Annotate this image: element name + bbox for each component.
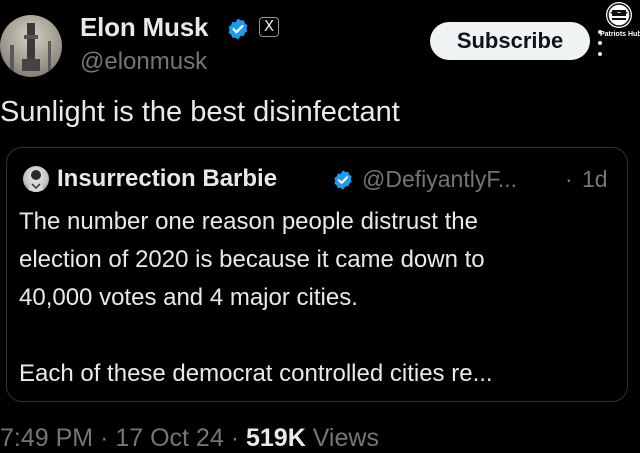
verified-badge-icon (334, 170, 352, 190)
quoted-text-line: The number one reason people distrust th… (19, 208, 478, 235)
views-label: Views (312, 424, 379, 452)
quoted-tweet-card[interactable]: Insurrection Barbie @DefiyantlyF... · 1d… (6, 147, 628, 402)
tweet-date[interactable]: 17 Oct 24 (115, 424, 223, 452)
person-photo-icon (28, 170, 44, 192)
tweet-text: Sunlight is the best disinfectant (0, 96, 400, 128)
author-avatar[interactable] (0, 15, 62, 77)
author-handle[interactable]: @elonmusk (80, 48, 207, 76)
subscribe-button[interactable]: Subscribe (430, 22, 590, 60)
meta-separator: · (230, 424, 240, 452)
eagle-flag-icon (606, 2, 632, 28)
more-options-icon[interactable] (598, 30, 604, 58)
quoted-separator: · (565, 166, 573, 192)
rocket-photo-icon (10, 23, 51, 71)
quoted-text-line-truncated: Each of these democrat controlled cities… (19, 360, 493, 387)
author-name[interactable]: Elon Musk (80, 12, 208, 43)
quoted-author-handle[interactable]: @DefiyantlyF... (362, 166, 517, 193)
quoted-tweet-text: The number one reason people distrust th… (19, 203, 619, 393)
tweet-time[interactable]: 7:49 PM (0, 424, 93, 452)
views-count: 519K (245, 424, 306, 452)
quoted-timestamp[interactable]: 1d (582, 166, 608, 193)
quoted-author-avatar[interactable] (23, 166, 49, 192)
quoted-text-line: 40,000 votes and 4 major cities. (19, 284, 358, 311)
meta-separator: · (100, 424, 109, 452)
tweet-meta: 7:49 PM · 17 Oct 24 · 519K Views (0, 424, 379, 453)
verified-badge-icon (228, 18, 248, 40)
x-affiliate-icon: X (259, 17, 279, 37)
quoted-author-name[interactable]: Insurrection Barbie (57, 165, 277, 193)
quoted-text-line: election of 2020 is because it came down… (19, 246, 485, 273)
watermark-logo: Patriots Hub (600, 0, 640, 48)
watermark-text: Patriots Hub (600, 31, 640, 38)
